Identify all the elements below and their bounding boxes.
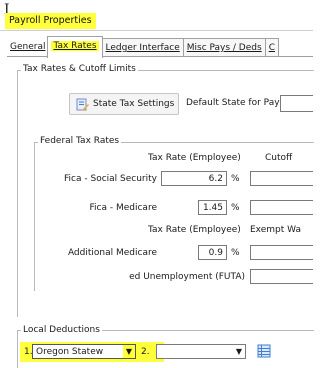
dropdown-arrow-icon[interactable]: ▼ (233, 345, 245, 358)
additional-medicare-rate-input[interactable]: 0.9 (198, 245, 227, 260)
tab-tax-rates[interactable]: Tax Rates (47, 36, 103, 58)
fica-social-security-cutoff-input[interactable] (250, 171, 313, 186)
percent-sign: % (231, 248, 240, 258)
tax-rates-group-legend: Tax Rates & Cutoff Limits (21, 64, 138, 74)
tab-tax-rates-label: Tax Rates (51, 41, 99, 51)
futa-input[interactable] (250, 269, 313, 284)
percent-sign: % (231, 203, 240, 213)
default-state-field[interactable] (280, 95, 313, 112)
futa-label: ed Unemployment (FUTA) (129, 272, 245, 282)
header-tax-rate-employee-2: Tax Rate (Employee) (148, 225, 241, 235)
fica-social-security-label: Fica - Social Security (64, 174, 157, 184)
header-cutoff: Cutoff (265, 153, 293, 163)
window-title: Payroll Properties (5, 13, 96, 29)
fica-medicare-cutoff-input[interactable] (250, 200, 313, 215)
local-deduction-1-value: Oregon Statew (36, 346, 104, 357)
tab-ledger-interface[interactable]: Ledger Interface (101, 38, 184, 57)
federal-tax-rates-legend: Federal Tax Rates (38, 136, 122, 146)
list-grid-icon[interactable] (257, 344, 271, 358)
default-state-label: Default State for Payrol (186, 98, 292, 108)
state-tax-settings-icon (76, 98, 89, 111)
fica-social-security-rate-input[interactable]: 6.2 (161, 171, 227, 186)
local-deductions-legend: Local Deductions (21, 325, 102, 335)
tab-misc-pays-deds[interactable]: Misc Pays / Deds (182, 38, 266, 57)
tab-general[interactable]: General (7, 38, 48, 56)
state-tax-settings-button[interactable]: State Tax Settings (69, 93, 179, 115)
percent-sign: % (231, 174, 240, 184)
tab-more[interactable]: C (264, 38, 279, 57)
local-deduction-2-label: 2. (141, 347, 150, 357)
additional-medicare-label: Additional Medicare (67, 248, 157, 258)
state-tax-settings-label: State Tax Settings (93, 99, 175, 109)
fica-medicare-rate-input[interactable]: 1.45 (198, 200, 227, 215)
local-deduction-2-select[interactable]: ▼ (156, 344, 246, 359)
dropdown-arrow-icon[interactable]: ▼ (123, 345, 135, 358)
local-deduction-1-select[interactable]: Oregon Statew ▼ (32, 344, 136, 359)
title-divider (0, 30, 313, 31)
fica-medicare-label: Fica - Medicare (89, 203, 157, 213)
header-tax-rate-employee: Tax Rate (Employee) (148, 153, 241, 163)
additional-medicare-exempt-input[interactable] (250, 245, 313, 260)
header-exempt-wages: Exempt Wa (250, 225, 301, 235)
